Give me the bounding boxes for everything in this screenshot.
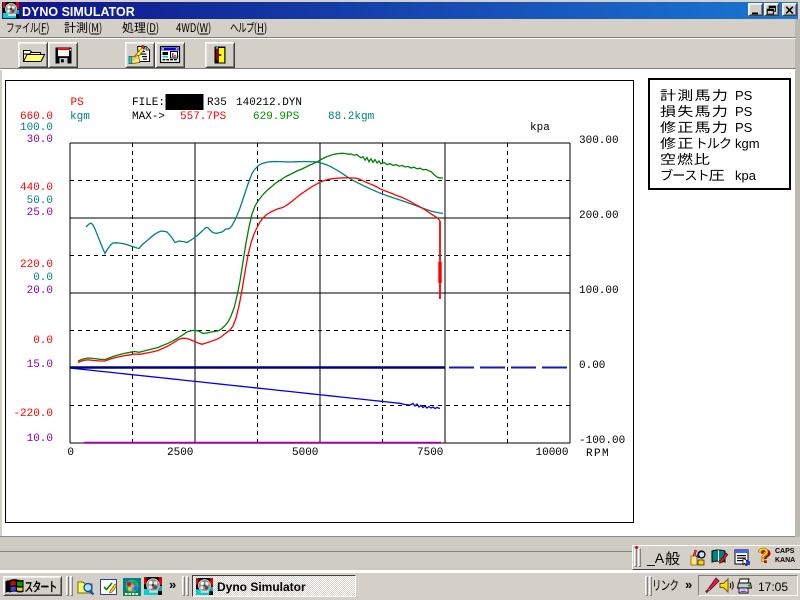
svg-text:?: ? bbox=[758, 547, 770, 567]
